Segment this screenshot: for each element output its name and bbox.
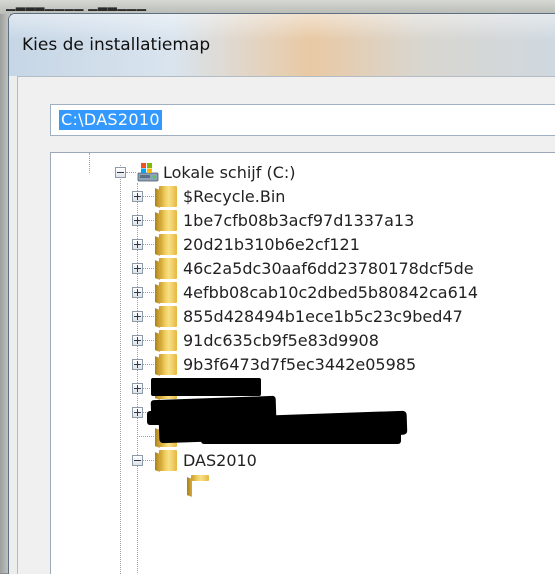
tree-guide-line: [143, 364, 154, 365]
title-bar[interactable]: Kies de installatiemap: [9, 14, 555, 76]
tree-node-label: DAS2010: [183, 451, 257, 470]
expand-icon[interactable]: [132, 383, 143, 394]
folder-icon: [159, 186, 177, 207]
expand-icon[interactable]: [132, 191, 143, 202]
folder-icon: [191, 475, 209, 481]
tree-guide-line: [137, 436, 154, 437]
background-window-strip: ▁▂▂▂▁▁▁▁ ▁▂▂▁▁▁: [0, 0, 555, 14]
expand-icon[interactable]: [132, 311, 143, 322]
install-path-value[interactable]: C:\DAS2010: [59, 110, 162, 130]
tree-node-folder[interactable]: 9b3f6473d7f5ec3442e05985: [132, 353, 555, 377]
expand-icon[interactable]: [132, 359, 143, 370]
tree-node-label: 1be7cfb08b3acf97d1337a13: [183, 211, 415, 230]
tree-guide-line: [143, 460, 154, 461]
tree-node-folder-selected[interactable]: DAS2010: [132, 449, 555, 473]
expand-icon[interactable]: [132, 263, 143, 274]
tree-node-drive[interactable]: Lokale schijf (C:): [115, 161, 515, 185]
redaction-mark: [151, 378, 261, 396]
drive-icon: [137, 163, 159, 182]
folder-picker-dialog: Kies de installatiemap C:\DAS2010 Lokale…: [8, 13, 555, 574]
folder-icon: [159, 450, 177, 471]
folder-icon: [159, 234, 177, 255]
tree-guide-line: [143, 292, 154, 293]
folder-icon: [159, 210, 177, 231]
install-path-input[interactable]: C:\DAS2010: [50, 104, 555, 136]
redaction-mark: [201, 429, 401, 444]
collapse-icon[interactable]: [132, 455, 143, 466]
folder-icon: [159, 354, 177, 375]
expand-icon[interactable]: [132, 215, 143, 226]
tree-node-folder[interactable]: 4efbb08cab10c2dbed5b80842ca614: [132, 281, 555, 305]
tree-guide-line: [143, 244, 154, 245]
tree-node-label: 46c2a5dc30aaf6dd23780178dcf5de: [183, 259, 474, 278]
tree-guide-line: [143, 268, 154, 269]
tree-node-folder[interactable]: 46c2a5dc30aaf6dd23780178dcf5de: [132, 257, 555, 281]
tree-guide-line: [120, 165, 121, 574]
folder-icon: [159, 258, 177, 279]
tree-guide-line: [126, 172, 136, 173]
expand-icon[interactable]: [132, 287, 143, 298]
tree-guide-line: [143, 316, 154, 317]
tree-node-label: Lokale schijf (C:): [163, 163, 296, 182]
tree-node-label: 20d21b310b6e2cf121: [183, 235, 360, 254]
expand-icon[interactable]: [132, 239, 143, 250]
tree-guide-line: [143, 340, 154, 341]
folder-icon: [159, 306, 177, 327]
tree-node-label: 91dc635cb9f5e83d9908: [183, 331, 379, 350]
folder-icon: [159, 330, 177, 351]
folder-tree[interactable]: Lokale schijf (C:) $Recycle.Bin 1be7cfb0…: [50, 152, 555, 574]
window-title: Kies de installatiemap: [22, 35, 211, 55]
expand-icon[interactable]: [132, 335, 143, 346]
expand-icon[interactable]: [132, 407, 143, 418]
folder-icon: [159, 282, 177, 303]
tree-guide-line: [143, 220, 154, 221]
tree-guide-line: [143, 196, 154, 197]
tree-guide-line: [89, 153, 90, 173]
tree-node-label: $Recycle.Bin: [183, 187, 286, 206]
background-window-text: ▁▂▂▂▁▁▁▁ ▁▂▂▁▁▁: [6, 0, 147, 11]
tree-node-label: 9b3f6473d7f5ec3442e05985: [183, 355, 417, 374]
collapse-icon[interactable]: [115, 167, 126, 178]
tree-node-folder[interactable]: 91dc635cb9f5e83d9908: [132, 329, 555, 353]
tree-node-folder[interactable]: 20d21b310b6e2cf121: [132, 233, 555, 257]
tree-node-label: 4efbb08cab10c2dbed5b80842ca614: [183, 283, 479, 302]
dialog-content: C:\DAS2010 Lokale schijf (C:) $Recycle.B…: [17, 76, 555, 574]
tree-node-folder[interactable]: 855d428494b1ece1b5c23c9bed47: [132, 305, 555, 329]
tree-node-label: 855d428494b1ece1b5c23c9bed47: [183, 307, 463, 326]
tree-node-folder[interactable]: 1be7cfb08b3acf97d1337a13: [132, 209, 555, 233]
tree-node-folder[interactable]: $Recycle.Bin: [132, 185, 555, 209]
